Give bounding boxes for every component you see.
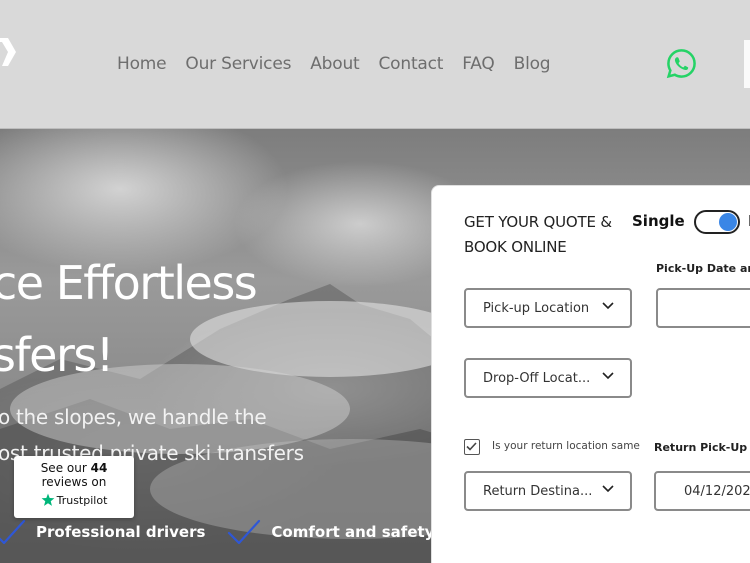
- checkmark-icon: [228, 519, 261, 545]
- nav-our-services[interactable]: Our Services: [185, 54, 291, 74]
- hero-title-line-1: ce Effortless: [0, 256, 258, 310]
- return-same-label: Is your return location same: [492, 440, 640, 452]
- pickup-date-field[interactable]: [656, 288, 750, 328]
- feature-comfort-safety: Comfort and safety: [227, 517, 434, 547]
- chevron-down-icon: [602, 372, 614, 380]
- chevron-down-icon: [602, 302, 614, 310]
- checkbox-check-icon: [466, 442, 477, 451]
- nav-faq[interactable]: FAQ: [462, 54, 495, 74]
- return-same-checkbox[interactable]: [464, 439, 480, 455]
- feature-label: Comfort and safety: [271, 523, 435, 541]
- nav-contact[interactable]: Contact: [379, 54, 444, 74]
- return-destination-value: Return Destina...: [483, 483, 593, 499]
- checkmark-icon: [0, 519, 26, 545]
- trustpilot-review-count: 44: [90, 461, 108, 475]
- hero-title: ce Effortless sfers!: [0, 247, 258, 391]
- pickup-location-select[interactable]: Pick-up Location: [464, 288, 632, 328]
- toggle-knob: [719, 213, 737, 231]
- main-nav: Home Our Services About Contact FAQ Blog: [117, 54, 569, 74]
- nav-home[interactable]: Home: [117, 54, 167, 74]
- trustpilot-widget[interactable]: See our 44 reviews on Trustpilot: [14, 456, 134, 518]
- star-icon: [41, 493, 55, 506]
- return-destination-select[interactable]: Return Destina...: [464, 471, 632, 511]
- trustpilot-logo-text: Trustpilot: [56, 493, 108, 507]
- dropoff-location-select[interactable]: Drop-Off Locat...: [464, 358, 632, 398]
- chevron-down-icon: [602, 485, 614, 493]
- trustpilot-line-2: reviews on: [41, 475, 107, 489]
- feature-list: Professional drivers Comfort and safety: [0, 517, 456, 547]
- hero-title-line-2: sfers!: [0, 328, 114, 382]
- return-date-field[interactable]: 04/12/2024: [654, 471, 750, 511]
- return-date-value: 04/12/2024: [684, 483, 750, 499]
- trustpilot-brand: Trustpilot: [14, 493, 134, 507]
- site-header: Home Our Services About Contact FAQ Blog: [0, 0, 750, 129]
- whatsapp-icon[interactable]: [666, 48, 697, 79]
- pickup-date-label: Pick-Up Date and: [656, 262, 750, 275]
- feature-label: Professional drivers: [36, 523, 206, 541]
- trip-type-single-label[interactable]: Single: [632, 212, 685, 230]
- hero-subtitle-line-1: o the slopes, we handle the: [0, 405, 267, 429]
- logo[interactable]: [0, 38, 16, 86]
- nav-about[interactable]: About: [310, 54, 359, 74]
- header-cta-edge[interactable]: [744, 40, 750, 88]
- return-pickup-date-label: Return Pick-Up Da: [654, 441, 750, 454]
- quote-form-card: GET YOUR QUOTE & BOOK ONLINE Single R Pi…: [431, 185, 750, 563]
- dropoff-location-value: Drop-Off Locat...: [483, 370, 591, 386]
- feature-professional-drivers: Professional drivers: [0, 517, 205, 547]
- trustpilot-prefix: See our: [40, 461, 87, 475]
- nav-blog[interactable]: Blog: [514, 54, 551, 74]
- trustpilot-line-1: See our 44: [14, 461, 134, 475]
- pickup-location-value: Pick-up Location: [483, 300, 590, 316]
- trip-type-toggle[interactable]: [694, 210, 740, 234]
- form-title: GET YOUR QUOTE & BOOK ONLINE: [464, 213, 612, 256]
